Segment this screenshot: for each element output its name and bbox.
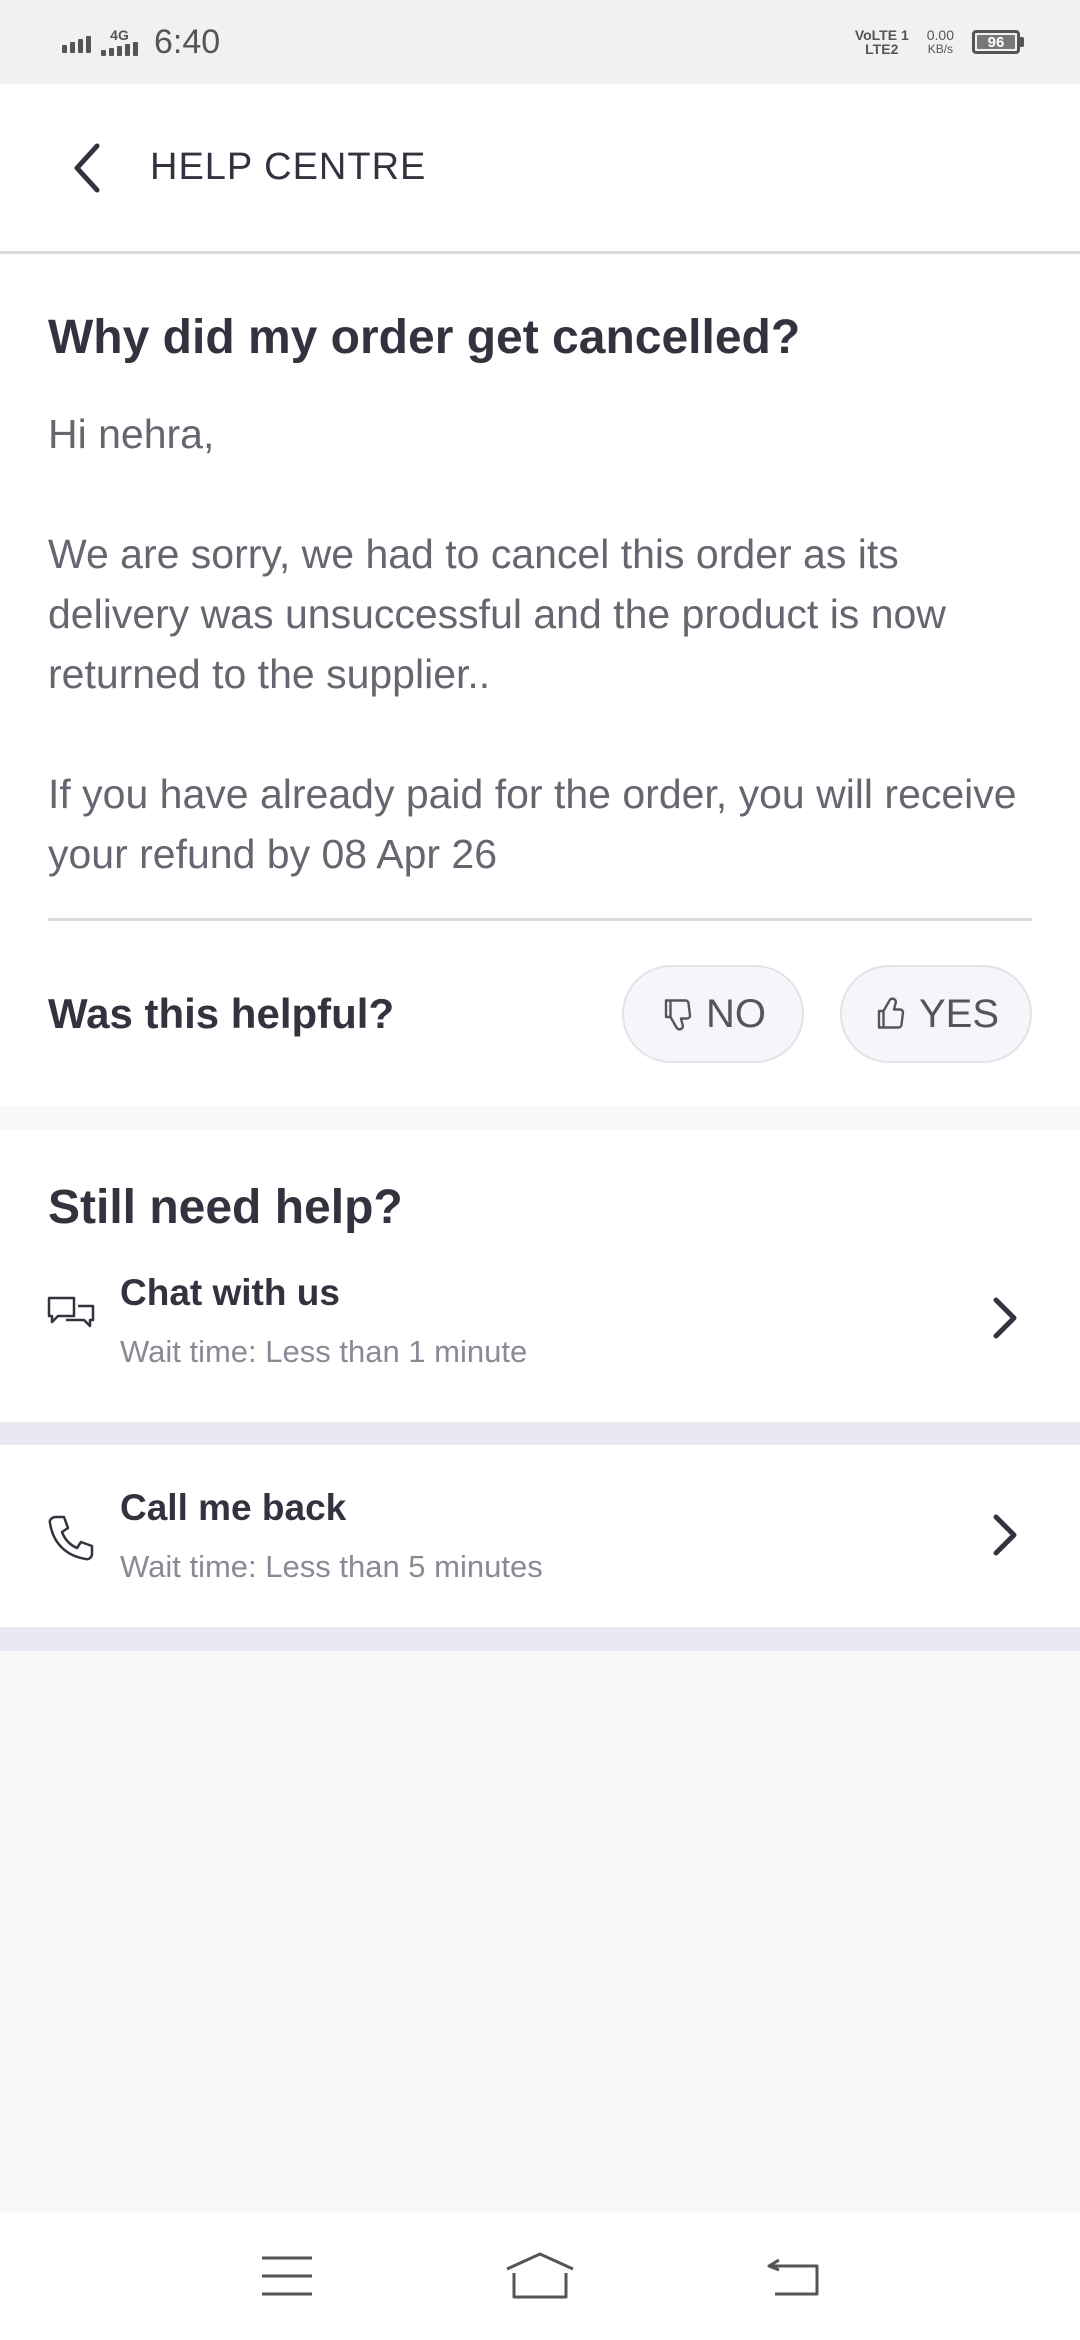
home-icon: [506, 2252, 574, 2299]
status-time: 6:40: [154, 22, 221, 61]
call-wait-time: Wait time: Less than 5 minutes: [120, 1549, 543, 1584]
article-title: Why did my order get cancelled?: [48, 311, 801, 364]
no-label: NO: [706, 991, 766, 1036]
call-option[interactable]: Call me back Wait time: Less than 5 minu…: [0, 1445, 1080, 1627]
system-nav-bar: [0, 2212, 1080, 2340]
no-button[interactable]: NO: [622, 965, 804, 1063]
yes-button[interactable]: YES: [840, 965, 1032, 1063]
signal-icon: [62, 31, 91, 53]
support-section: Still need help? Chat with us Wait time:…: [0, 1130, 1080, 1422]
chevron-right-icon: [993, 1514, 1017, 1556]
divider: [48, 918, 1032, 921]
chat-wait-time: Wait time: Less than 1 minute: [120, 1334, 528, 1369]
yes-label: YES: [918, 991, 1000, 1036]
battery-level: 96: [977, 34, 1015, 51]
support-title: Still need help?: [48, 1181, 403, 1234]
article-body: Hi nehra, We are sorry, we had to cancel…: [48, 404, 1028, 944]
article-greeting: Hi nehra,: [48, 411, 215, 457]
section-separator: [0, 1422, 1080, 1445]
signal-icon-2: [101, 41, 138, 56]
back-button[interactable]: [58, 138, 118, 198]
volte-indicator: VoLTE 1 LTE2: [854, 27, 909, 57]
article-paragraph: We are sorry, we had to cancel this orde…: [48, 531, 946, 697]
chat-option[interactable]: Chat with us Wait time: Less than 1 minu…: [0, 1272, 1080, 1402]
home-button[interactable]: [500, 2246, 580, 2306]
status-bar: 4G 6:40 VoLTE 1 LTE2 0.00 KB/s 96: [0, 0, 1080, 84]
back-nav-button[interactable]: [753, 2246, 833, 2306]
back-nav-icon: [767, 2258, 819, 2296]
app-header: HELP CENTRE: [0, 84, 1080, 254]
page-title: HELP CENTRE: [150, 146, 427, 188]
thumbs-down-icon: [664, 999, 692, 1031]
feedback-buttons: NO YES: [622, 965, 1032, 1063]
section-separator: [0, 1627, 1080, 1651]
back-arrow-icon: [74, 143, 100, 192]
network-speed: 0.00 KB/s: [926, 27, 954, 56]
battery-icon: 96: [972, 30, 1024, 54]
feedback-row: Was this helpful? NO YES: [48, 964, 1032, 1064]
call-title: Call me back: [120, 1487, 347, 1528]
article-paragraph: If you have already paid for the order, …: [48, 771, 1017, 877]
chat-title: Chat with us: [120, 1272, 340, 1313]
menu-button[interactable]: [247, 2246, 327, 2306]
network-type: 4G: [101, 28, 138, 56]
feedback-question: Was this helpful?: [48, 990, 395, 1037]
phone-icon: [48, 1515, 94, 1561]
menu-icon: [261, 2256, 312, 2296]
status-right: VoLTE 1 LTE2 0.00 KB/s 96: [855, 28, 1024, 56]
status-left: 4G 6:40: [62, 23, 220, 62]
help-article: Why did my order get cancelled? Hi nehra…: [0, 254, 1080, 1106]
chevron-right-icon: [993, 1297, 1017, 1339]
chat-icon: [47, 1296, 95, 1328]
thumbs-up-icon: [877, 997, 905, 1029]
